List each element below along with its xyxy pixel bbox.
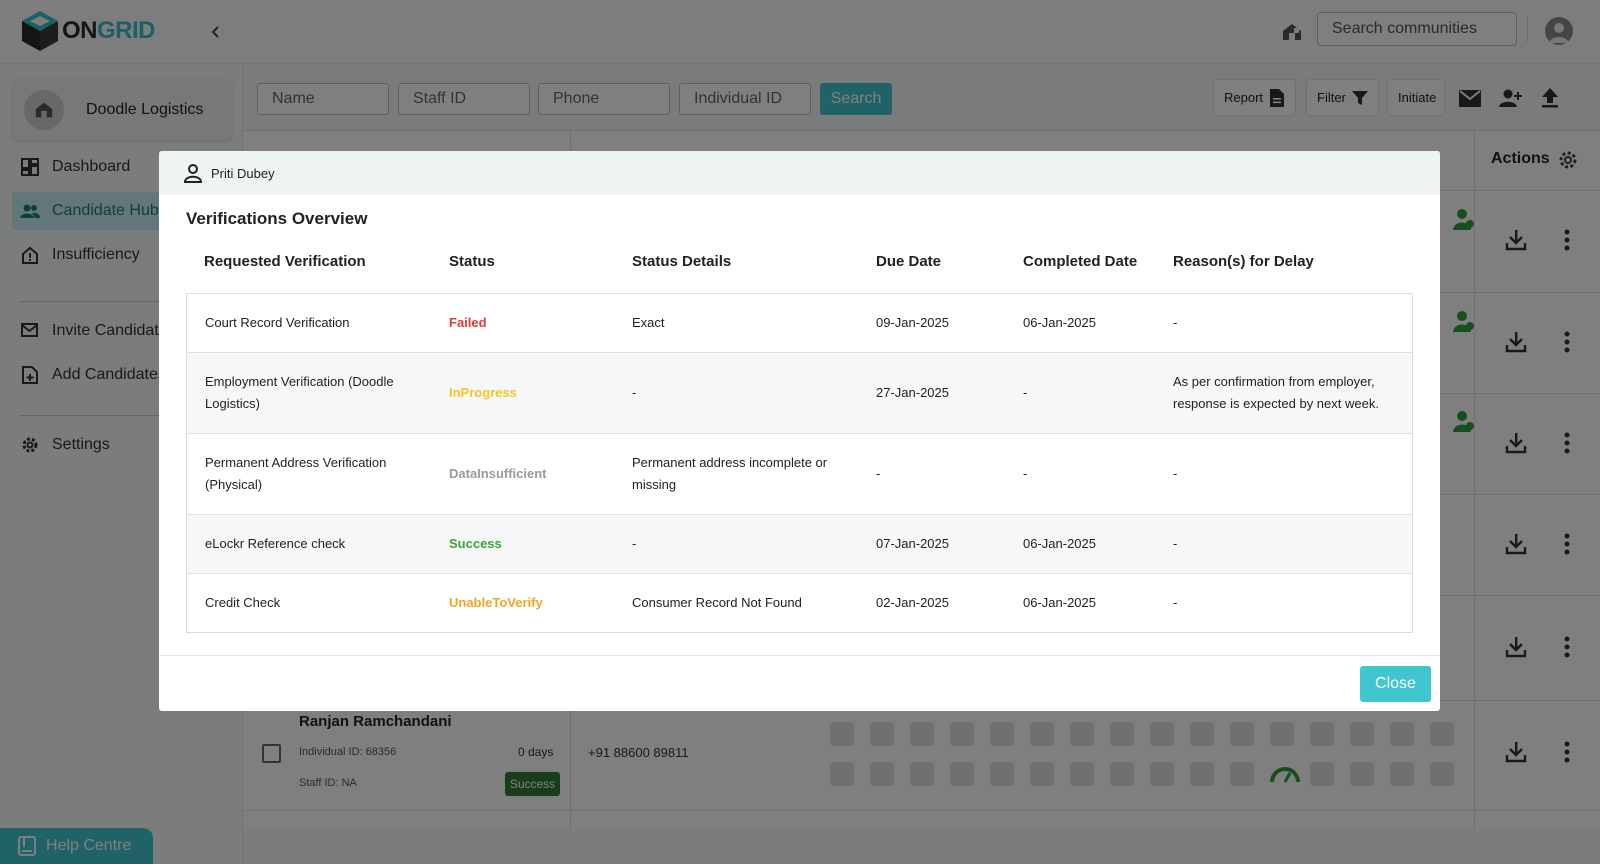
column-header-requested-verification: Requested Verification bbox=[204, 253, 366, 270]
cell-completed-date: 06-Jan-2025 bbox=[1023, 315, 1096, 330]
cell-due-date: - bbox=[876, 466, 881, 481]
cell-verification: Credit Check bbox=[205, 595, 281, 610]
cell-due-date: 07-Jan-2025 bbox=[876, 536, 949, 551]
table-row: Employment Verification (Doodle Logistic… bbox=[187, 353, 1412, 434]
modal-footer-divider bbox=[159, 655, 1440, 656]
column-header-status: Status bbox=[449, 253, 495, 270]
column-header-completed-date: Completed Date bbox=[1023, 253, 1138, 270]
cell-completed-date: 06-Jan-2025 bbox=[1023, 536, 1096, 551]
cell-status-details: Exact bbox=[632, 315, 665, 330]
cell-completed-date: - bbox=[1023, 385, 1028, 400]
column-header-status-details: Status Details bbox=[632, 253, 732, 270]
verifications-overview-modal: Priti Dubey Verifications Overview Reque… bbox=[159, 151, 1440, 711]
close-button[interactable]: Close bbox=[1360, 666, 1431, 702]
cell-delay-reason: - bbox=[1173, 595, 1178, 610]
table-row: Credit Check UnableToVerify Consumer Rec… bbox=[187, 574, 1412, 632]
cell-status: Failed bbox=[449, 315, 487, 330]
table-row: Permanent Address Verification (Physical… bbox=[187, 434, 1412, 515]
verifications-table: Court Record Verification Failed Exact 0… bbox=[186, 293, 1413, 633]
cell-due-date: 27-Jan-2025 bbox=[876, 385, 949, 400]
modal-header: Priti Dubey bbox=[159, 151, 1440, 195]
column-header-due-date: Due Date bbox=[876, 253, 942, 270]
cell-verification: Employment Verification (Doodle Logistic… bbox=[205, 374, 394, 411]
cell-due-date: 02-Jan-2025 bbox=[876, 595, 949, 610]
cell-status: DataInsufficient bbox=[449, 466, 547, 481]
cell-completed-date: - bbox=[1023, 466, 1028, 481]
table-row: Court Record Verification Failed Exact 0… bbox=[187, 294, 1412, 353]
column-header-reasons-for-delay: Reason(s) for Delay bbox=[1173, 253, 1314, 270]
cell-status: Success bbox=[449, 536, 502, 551]
cell-due-date: 09-Jan-2025 bbox=[876, 315, 949, 330]
cell-status: InProgress bbox=[449, 385, 517, 400]
cell-verification: Permanent Address Verification (Physical… bbox=[205, 455, 387, 492]
cell-status-details: - bbox=[632, 385, 637, 400]
cell-status: UnableToVerify bbox=[449, 595, 543, 610]
cell-verification: Court Record Verification bbox=[205, 315, 350, 330]
cell-delay-reason: - bbox=[1173, 536, 1178, 551]
cell-verification: eLockr Reference check bbox=[205, 536, 346, 551]
cell-delay-reason: - bbox=[1173, 466, 1178, 481]
cell-completed-date: 06-Jan-2025 bbox=[1023, 595, 1096, 610]
cell-status-details: Consumer Record Not Found bbox=[632, 595, 802, 610]
person-icon bbox=[183, 163, 203, 183]
cell-status-details: Permanent address incomplete or missing bbox=[632, 455, 828, 492]
cell-delay-reason: As per confirmation from employer, respo… bbox=[1173, 374, 1379, 411]
modal-user-name: Priti Dubey bbox=[211, 165, 275, 181]
cell-delay-reason: - bbox=[1173, 315, 1178, 330]
cell-status-details: - bbox=[632, 536, 637, 551]
modal-title: Verifications Overview bbox=[186, 209, 368, 228]
table-row: eLockr Reference check Success - 07-Jan-… bbox=[187, 515, 1412, 574]
